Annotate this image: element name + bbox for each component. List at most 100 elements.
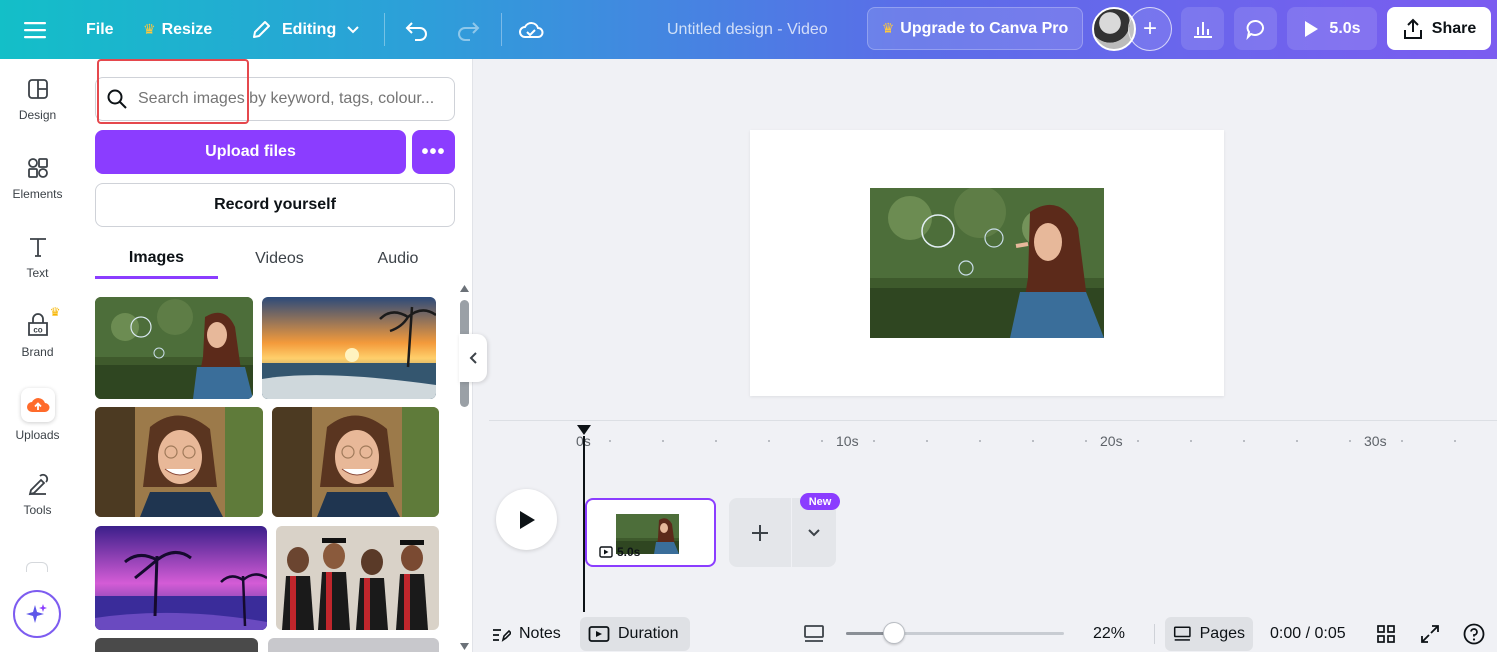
tick-dot — [1032, 440, 1034, 442]
resize-label: Resize — [162, 21, 213, 39]
share-button[interactable]: Share — [1387, 7, 1491, 50]
duration-label: Duration — [618, 625, 678, 643]
search-input[interactable] — [138, 90, 448, 108]
rail-label: Brand — [21, 345, 53, 359]
magic-assistant-button[interactable] — [13, 590, 61, 638]
fullscreen-icon[interactable] — [1419, 616, 1441, 652]
sparkle-icon — [25, 602, 49, 626]
share-icon — [1402, 18, 1424, 40]
play-duration: 5.0s — [1329, 20, 1360, 38]
search-box[interactable] — [95, 77, 455, 121]
image-thumbnail-bubbles[interactable] — [95, 297, 253, 399]
rail-item-brand[interactable]: co ♛ Brand — [0, 300, 75, 372]
tick-dot — [1190, 440, 1192, 442]
add-page-button[interactable] — [729, 498, 791, 567]
tick-dot — [715, 440, 717, 442]
rail-item-design[interactable]: Design — [0, 63, 75, 135]
crown-icon: ♛ — [50, 305, 61, 319]
rail-item-tools[interactable]: Tools — [0, 458, 75, 530]
menu-icon[interactable] — [24, 0, 48, 59]
page-view-icon[interactable] — [803, 616, 825, 652]
tab-videos[interactable]: Videos — [218, 239, 341, 279]
image-thumbnail-smiling-woman-2[interactable] — [272, 407, 439, 517]
tick-dot — [873, 440, 875, 442]
image-thumbnail-sunset-beach[interactable] — [262, 297, 436, 399]
tick-label-30s: 30s — [1364, 433, 1387, 449]
upgrade-label: Upgrade to Canva Pro — [900, 20, 1068, 38]
upload-files-button[interactable]: Upload files — [95, 130, 406, 174]
scroll-down-icon — [460, 643, 469, 650]
image-thumbnail-graduates[interactable] — [276, 526, 439, 630]
tick-dot — [1243, 440, 1245, 442]
rail-item-elements[interactable]: Elements — [0, 142, 75, 214]
image-thumbnail-purple-beach[interactable] — [95, 526, 267, 630]
rail-item-uploads[interactable]: Uploads — [0, 379, 75, 451]
tick-dot — [1137, 440, 1139, 442]
tab-audio[interactable]: Audio — [341, 239, 455, 279]
editing-dropdown[interactable]: Editing — [250, 0, 360, 59]
undo-icon[interactable] — [404, 0, 430, 59]
scroll-up-icon — [460, 285, 469, 292]
plus-icon — [750, 523, 770, 543]
search-icon — [106, 88, 128, 110]
tab-images[interactable]: Images — [95, 239, 218, 279]
rail-label: Text — [26, 266, 48, 280]
clip-duration: 5.0s — [599, 545, 640, 559]
tick-dot — [821, 440, 823, 442]
tick-dot — [1085, 440, 1087, 442]
duration-button[interactable]: Duration — [580, 617, 690, 651]
grid-view-icon[interactable] — [1375, 616, 1397, 652]
brand-icon: co ♛ — [25, 313, 51, 339]
playhead-handle-icon[interactable] — [577, 425, 591, 435]
timeline-clip[interactable]: 5.0s — [585, 498, 716, 567]
uploads-icon — [21, 388, 55, 422]
canvas-image-bubbles[interactable] — [870, 188, 1104, 338]
timeline-divider — [489, 420, 1497, 421]
help-icon[interactable] — [1462, 616, 1486, 652]
crown-icon: ♛ — [882, 20, 895, 37]
insights-button[interactable] — [1181, 7, 1224, 50]
rail-label: Design — [19, 108, 56, 122]
video-icon — [599, 546, 613, 558]
folder-icon — [26, 562, 48, 572]
timeline-play-button[interactable] — [496, 489, 557, 550]
add-collaborator-button[interactable]: + — [1128, 7, 1172, 51]
svg-text:co: co — [33, 326, 42, 335]
left-rail: Design Elements Text co ♛ Brand Uploads … — [0, 59, 75, 652]
comments-button[interactable] — [1234, 7, 1277, 50]
share-label: Share — [1432, 20, 1476, 38]
zoom-value[interactable]: 22% — [1093, 616, 1125, 652]
notes-icon — [491, 625, 511, 643]
notes-label: Notes — [519, 625, 561, 643]
elements-icon — [25, 155, 51, 181]
divider — [501, 13, 502, 46]
design-title[interactable]: Untitled design - Video — [667, 0, 828, 59]
redo-icon[interactable] — [455, 0, 481, 59]
comment-icon — [1245, 18, 1267, 40]
notes-button[interactable]: Notes — [483, 617, 569, 651]
rail-label: Uploads — [15, 428, 59, 442]
rail-item-text[interactable]: Text — [0, 221, 75, 293]
present-play-button[interactable]: 5.0s — [1287, 7, 1377, 50]
more-options-button[interactable]: ••• — [412, 130, 455, 174]
record-yourself-button[interactable]: Record yourself — [95, 183, 455, 227]
rail-label: Tools — [23, 503, 51, 517]
crown-icon: ♛ — [143, 21, 156, 38]
resize-button[interactable]: ♛ Resize — [143, 0, 212, 59]
pages-button[interactable]: Pages — [1165, 617, 1253, 651]
cloud-saved-icon[interactable] — [518, 0, 544, 59]
image-thumbnail-partial[interactable] — [95, 638, 258, 652]
file-menu[interactable]: File — [86, 0, 114, 59]
tick-dot — [662, 440, 664, 442]
pencil-icon — [250, 19, 272, 41]
new-badge: New — [800, 493, 840, 510]
upgrade-button[interactable]: ♛ Upgrade to Canva Pro — [867, 7, 1083, 50]
image-thumbnail-partial[interactable] — [268, 638, 439, 652]
editing-label: Editing — [282, 21, 336, 39]
collapse-panel-button[interactable] — [459, 334, 487, 382]
tick-dot — [1401, 440, 1403, 442]
zoom-slider-handle[interactable] — [883, 622, 905, 644]
tick-dot — [1296, 440, 1298, 442]
tick-label-20s: 20s — [1100, 433, 1123, 449]
image-thumbnail-smiling-woman[interactable] — [95, 407, 263, 517]
